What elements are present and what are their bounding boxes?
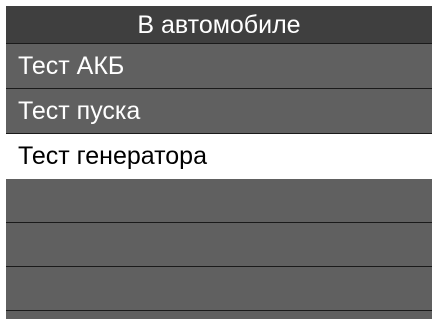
screen-title: В автомобиле <box>6 6 432 44</box>
device-screen: В автомобиле Тест АКБ Тест пуска Тест ге… <box>6 6 432 319</box>
menu-item-charging-test[interactable]: Тест генератора <box>6 134 432 179</box>
menu-item-battery-test[interactable]: Тест АКБ <box>6 44 432 89</box>
menu-item-empty <box>6 267 432 311</box>
menu-item-empty <box>6 179 432 223</box>
menu-item-empty <box>6 223 432 267</box>
menu-item-cranking-test[interactable]: Тест пуска <box>6 89 432 134</box>
menu-list: Тест АКБ Тест пуска Тест генератора <box>6 44 432 311</box>
